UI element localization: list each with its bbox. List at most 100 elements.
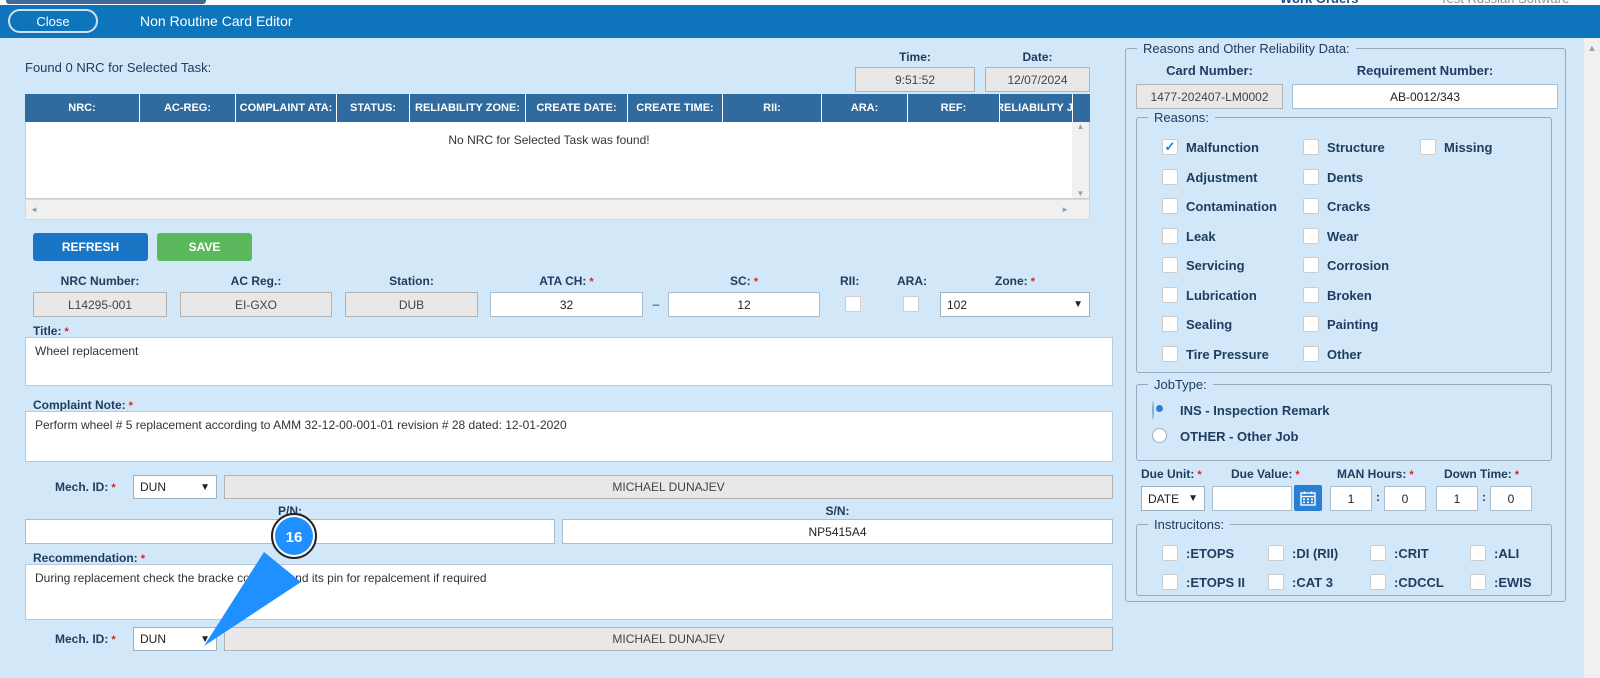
sc-input[interactable]: 12 <box>668 292 820 317</box>
mech-id-2-select[interactable]: DUN▼ <box>133 627 217 651</box>
reason-label-corrosion: Corrosion <box>1327 258 1389 273</box>
pn-input[interactable] <box>25 519 555 544</box>
close-button[interactable]: Close <box>8 9 98 33</box>
reason-label-leak: Leak <box>1186 229 1216 244</box>
sn-input[interactable]: NP5415A4 <box>562 519 1113 544</box>
column-header-reliability-zone[interactable]: RELIABILITY ZONE: <box>410 94 526 122</box>
column-header-ac-reg[interactable]: AC-REG: <box>140 94 236 122</box>
reason-checkbox-other[interactable] <box>1303 346 1319 362</box>
rii-checkbox[interactable] <box>845 296 861 312</box>
column-header-rii[interactable]: RII: <box>723 94 822 122</box>
scroll-left-icon[interactable]: ◄ <box>30 205 38 214</box>
instruction-checkbox-di-rii[interactable] <box>1268 545 1284 561</box>
reason-checkbox-corrosion[interactable] <box>1303 257 1319 273</box>
man-hours-m-input[interactable]: 0 <box>1384 486 1426 511</box>
instruction-label-etops-ii: :ETOPS II <box>1186 575 1245 590</box>
reason-checkbox-missing[interactable] <box>1420 139 1436 155</box>
mech-id-1-label: Mech. ID:* <box>55 480 116 494</box>
reason-label-missing: Missing <box>1444 140 1492 155</box>
instruction-checkbox-ali[interactable] <box>1470 545 1486 561</box>
reason-checkbox-sealing[interactable] <box>1162 316 1178 332</box>
reason-checkbox-leak[interactable] <box>1162 228 1178 244</box>
reason-label-tire-pressure: Tire Pressure <box>1186 347 1269 362</box>
reason-label-sealing: Sealing <box>1186 317 1232 332</box>
recommendation-textarea[interactable]: During replacement check the bracke cond… <box>25 564 1113 620</box>
complaint-note-textarea[interactable]: Perform wheel # 5 replacement according … <box>25 411 1113 462</box>
rii-label: RII: <box>840 274 859 288</box>
man-hours-h-input[interactable]: 1 <box>1330 486 1372 511</box>
time-value: 9:51:52 <box>855 67 975 92</box>
ac-reg-label: AC Reg.: <box>180 274 332 288</box>
mech-id-1-select[interactable]: DUN▼ <box>133 475 217 499</box>
reason-checkbox-malfunction[interactable] <box>1162 139 1178 155</box>
reason-checkbox-cracks[interactable] <box>1303 198 1319 214</box>
reason-label-lubrication: Lubrication <box>1186 288 1257 303</box>
reason-label-broken: Broken <box>1327 288 1372 303</box>
reason-checkbox-painting[interactable] <box>1303 316 1319 332</box>
column-header-complaint-ata[interactable]: COMPLAINT ATA: <box>236 94 337 122</box>
scroll-up-icon[interactable]: ▲ <box>1588 43 1597 53</box>
reason-checkbox-lubrication[interactable] <box>1162 287 1178 303</box>
column-header-create-time[interactable]: CREATE TIME: <box>628 94 723 122</box>
due-unit-select[interactable]: DATE▼ <box>1141 486 1205 511</box>
title-textarea[interactable]: Wheel replacement <box>25 337 1113 386</box>
reason-checkbox-dents[interactable] <box>1303 169 1319 185</box>
scroll-down-icon[interactable]: ▼ <box>1077 189 1085 198</box>
column-header-status[interactable]: STATUS: <box>337 94 410 122</box>
reason-checkbox-contamination[interactable] <box>1162 198 1178 214</box>
instruction-label-ewis: :EWIS <box>1494 575 1532 590</box>
due-value-input[interactable] <box>1212 486 1292 511</box>
down-time-h-input[interactable]: 1 <box>1436 486 1478 511</box>
page-vertical-scrollbar[interactable]: ▲ <box>1584 38 1600 678</box>
reason-checkbox-adjustment[interactable] <box>1162 169 1178 185</box>
reason-checkbox-structure[interactable] <box>1303 139 1319 155</box>
due-value-label: Due Value:* <box>1231 467 1300 481</box>
reason-checkbox-wear[interactable] <box>1303 228 1319 244</box>
table-horizontal-scrollbar[interactable]: ◄ ► <box>25 199 1090 220</box>
reason-label-wear: Wear <box>1327 229 1359 244</box>
table-vertical-scrollbar[interactable]: ▲ ▼ <box>1072 122 1089 198</box>
nrc-number-value: L14295-001 <box>33 292 167 317</box>
found-count-label: Found 0 NRC for Selected Task: <box>25 60 211 75</box>
jobtype-radio-other[interactable] <box>1152 428 1167 443</box>
instruction-checkbox-ewis[interactable] <box>1470 574 1486 590</box>
instruction-checkbox-etops-ii[interactable] <box>1162 574 1178 590</box>
jobtype-label-other: OTHER - Other Job <box>1180 429 1298 444</box>
calendar-button[interactable] <box>1294 485 1322 511</box>
reason-checkbox-tire-pressure[interactable] <box>1162 346 1178 362</box>
zone-select[interactable]: 102▼ <box>940 292 1090 317</box>
date-label: Date: <box>985 50 1090 64</box>
instruction-label-cat3: :CAT 3 <box>1292 575 1333 590</box>
instruction-checkbox-crit[interactable] <box>1370 545 1386 561</box>
reason-checkbox-servicing[interactable] <box>1162 257 1178 273</box>
title-label: Title:* <box>33 324 69 338</box>
save-button[interactable]: SAVE <box>157 233 252 261</box>
down-time-m-input[interactable]: 0 <box>1490 486 1532 511</box>
ara-checkbox[interactable] <box>903 296 919 312</box>
column-header-create-date[interactable]: CREATE DATE: <box>526 94 628 122</box>
reasons-legend: Reasons: <box>1148 110 1215 125</box>
jobtype-legend: JobType: <box>1148 377 1213 392</box>
instruction-checkbox-cat3[interactable] <box>1268 574 1284 590</box>
instruction-checkbox-etops[interactable] <box>1162 545 1178 561</box>
ata-ch-input[interactable]: 32 <box>490 292 643 317</box>
instruction-checkbox-cdccl[interactable] <box>1370 574 1386 590</box>
reason-label-cracks: Cracks <box>1327 199 1370 214</box>
requirement-number-input[interactable]: AB-0012/343 <box>1292 84 1558 109</box>
complaint-note-label: Complaint Note:* <box>33 398 133 412</box>
scroll-right-icon[interactable]: ► <box>1061 205 1069 214</box>
scroll-up-icon[interactable]: ▲ <box>1077 122 1085 131</box>
column-header-reliability-ji[interactable]: RELIABILITY JI <box>1000 94 1073 122</box>
reason-label-malfunction: Malfunction <box>1186 140 1259 155</box>
column-header-nrc[interactable]: NRC: <box>25 94 140 122</box>
reason-checkbox-broken[interactable] <box>1303 287 1319 303</box>
column-header-ara[interactable]: ARA: <box>822 94 908 122</box>
jobtype-radio-ins[interactable] <box>1152 401 1154 420</box>
reliability-data-legend: Reasons and Other Reliability Data: <box>1137 41 1356 56</box>
reason-label-structure: Structure <box>1327 140 1385 155</box>
column-header-ref[interactable]: REF: <box>908 94 1000 122</box>
down-time-colon: : <box>1482 490 1486 504</box>
refresh-button[interactable]: REFRESH <box>33 233 148 261</box>
ac-reg-value: EI-GXO <box>180 292 332 317</box>
app-logo-fragment <box>6 0 206 4</box>
